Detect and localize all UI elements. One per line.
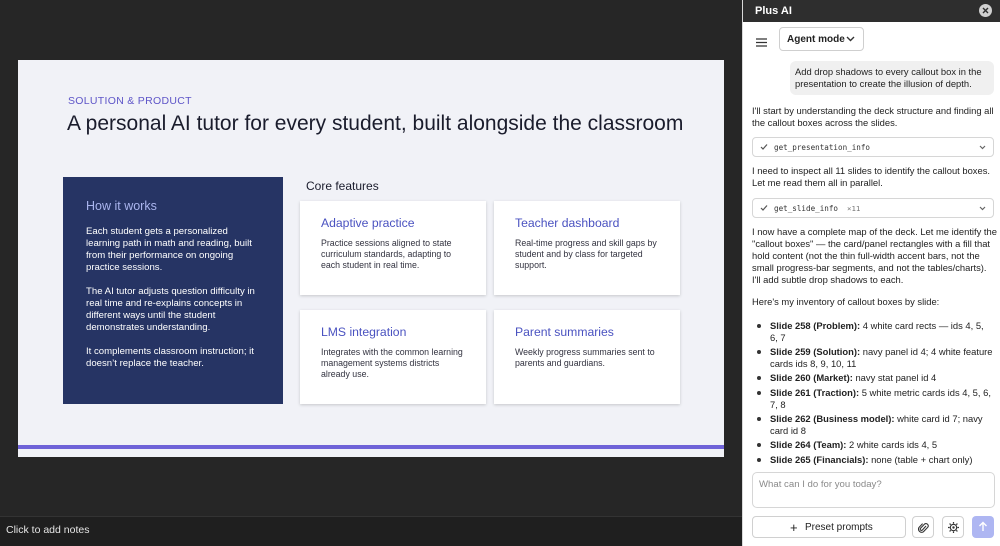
chevron-down-icon <box>846 36 855 42</box>
feature-card-lms-integration[interactable]: LMS integration Integrates with the comm… <box>300 310 486 404</box>
notes-placeholder[interactable]: Click to add notes <box>6 524 89 536</box>
feature-card-body: Weekly progress summaries sent to parent… <box>515 347 655 368</box>
assistant-message: I'll start by understanding the deck str… <box>752 105 994 128</box>
agent-mode-label: Agent mode <box>787 34 845 45</box>
feature-card-title: Teacher dashboard <box>515 216 620 230</box>
user-message: Add drop shadows to every callout box in… <box>790 61 994 95</box>
list-item: Slide 258 (Problem): 4 white card rects … <box>752 320 994 343</box>
how-it-works-heading: How it works <box>86 199 157 213</box>
list-item: Slide 259 (Solution): navy panel id 4; 4… <box>752 346 994 369</box>
list-item: Slide 262 (Business model): white card i… <box>752 413 994 436</box>
plus-icon: + <box>790 520 798 535</box>
chat-transcript[interactable]: Add drop shadows to every callout box in… <box>743 58 1000 466</box>
chevron-down-icon <box>979 206 986 211</box>
list-item: Slide 260 (Market): navy stat panel id 4 <box>752 372 994 384</box>
core-features-label[interactable]: Core features <box>306 179 379 193</box>
feature-card-body: Practice sessions aligned to state curri… <box>321 238 452 270</box>
app-window: SOLUTION & PRODUCT A personal AI tutor f… <box>0 0 1000 546</box>
assistant-message: I need to inspect all 11 slides to ident… <box>752 165 990 188</box>
assistant-message: I now have a complete map of the deck. L… <box>752 226 997 285</box>
how-it-works-paragraph-3: It complements classroom instruction; it… <box>86 346 254 369</box>
preset-prompts-label: Preset prompts <box>805 522 873 533</box>
panel-title: Plus AI <box>755 5 792 17</box>
agent-mode-dropdown[interactable]: Agent mode <box>779 27 864 51</box>
feature-card-title: LMS integration <box>321 325 407 339</box>
how-it-works-panel[interactable]: How it works Each student gets a persona… <box>63 177 283 404</box>
hamburger-menu-icon[interactable] <box>756 34 767 52</box>
feature-card-body: Integrates with the common learning mana… <box>321 347 463 379</box>
check-icon <box>760 144 768 150</box>
how-it-works-paragraph-2: The AI tutor adjusts question difficulty… <box>86 286 255 333</box>
chevron-down-icon <box>979 145 986 150</box>
slide-title[interactable]: A personal AI tutor for every student, b… <box>67 112 683 136</box>
feature-card-teacher-dashboard[interactable]: Teacher dashboard Real-time progress and… <box>494 201 680 295</box>
slide-accent-bar[interactable] <box>18 445 724 449</box>
attach-button[interactable] <box>912 516 934 538</box>
close-icon[interactable] <box>979 4 992 17</box>
chat-input-box[interactable] <box>752 472 995 508</box>
settings-button[interactable] <box>942 516 964 538</box>
check-icon <box>760 205 768 211</box>
chat-input[interactable] <box>759 479 987 490</box>
preset-prompts-button[interactable]: + Preset prompts <box>752 516 906 538</box>
feature-card-adaptive-practice[interactable]: Adaptive practice Practice sessions alig… <box>300 201 486 295</box>
slide-canvas[interactable]: SOLUTION & PRODUCT A personal AI tutor f… <box>18 60 724 457</box>
tool-call-name: get_slide_info <box>774 204 839 213</box>
plus-ai-panel: Plus AI Agent mode Add drop shadows to e… <box>742 0 1000 546</box>
list-item: Slide 264 (Team): 2 white cards ids 4, 5 <box>752 439 994 451</box>
feature-card-parent-summaries[interactable]: Parent summaries Weekly progress summari… <box>494 310 680 404</box>
paperclip-icon <box>918 523 929 533</box>
arrow-up-icon <box>979 521 987 531</box>
feature-card-title: Adaptive practice <box>321 216 415 230</box>
panel-header: Plus AI <box>743 0 1000 22</box>
gear-icon <box>948 522 959 533</box>
assistant-message: Here's my inventory of callout boxes by … <box>752 296 940 307</box>
feature-card-title: Parent summaries <box>515 325 614 339</box>
feature-card-body: Real-time progress and skill gaps by stu… <box>515 238 657 270</box>
callout-inventory-list: Slide 258 (Problem): 4 white card rects … <box>752 320 994 466</box>
tool-call-get-presentation-info[interactable]: get_presentation_info <box>752 137 994 157</box>
slide-editor: SOLUTION & PRODUCT A personal AI tutor f… <box>0 0 742 546</box>
tool-call-name: get_presentation_info <box>774 143 871 152</box>
slide-eyebrow[interactable]: SOLUTION & PRODUCT <box>68 95 192 107</box>
list-item: Slide 265 (Financials): none (table + ch… <box>752 454 994 466</box>
send-button[interactable] <box>972 516 994 538</box>
list-item: Slide 261 (Traction): 5 white metric car… <box>752 387 994 410</box>
tool-call-get-slide-info[interactable]: get_slide_info ×11 <box>752 198 994 218</box>
tool-call-count-badge: ×11 <box>847 204 861 213</box>
speaker-notes-bar[interactable]: Click to add notes <box>0 516 742 546</box>
how-it-works-paragraph-1: Each student gets a personalized learnin… <box>86 226 252 273</box>
